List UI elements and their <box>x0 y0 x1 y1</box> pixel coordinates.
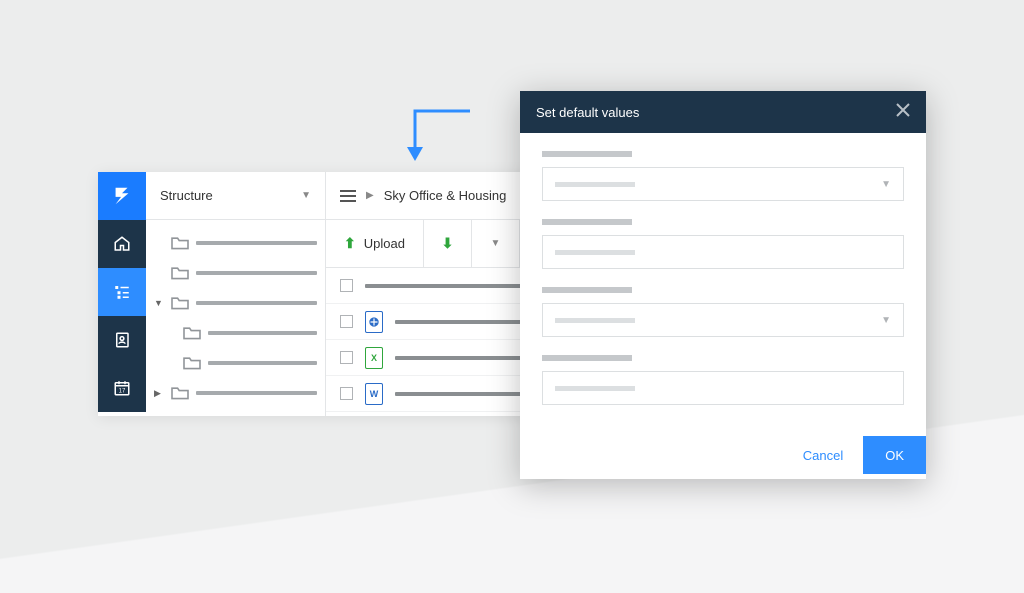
row-checkbox[interactable] <box>340 387 353 400</box>
bricsys-logo-icon <box>111 185 133 207</box>
field-label-4 <box>542 355 632 361</box>
structure-icon <box>113 283 131 301</box>
expand-toggle[interactable]: ▼ <box>154 298 164 308</box>
upload-label: Upload <box>364 236 405 251</box>
close-button[interactable] <box>896 103 910 122</box>
nav-calendar[interactable]: 17 <box>98 364 146 412</box>
chevron-down-icon: ▼ <box>881 179 891 190</box>
dialog-footer: Cancel OK <box>520 431 926 479</box>
set-default-values-dialog: Set default values ▼ ▼ <box>520 91 926 479</box>
caret-down-icon: ▼ <box>301 190 311 201</box>
toolbar-more[interactable]: ▼ <box>472 220 520 267</box>
tree-label <box>196 271 317 275</box>
field-select-3[interactable]: ▼ <box>542 303 904 337</box>
folder-icon <box>170 265 190 281</box>
nav-rail: 17 <box>98 172 146 416</box>
tree-row[interactable] <box>146 348 325 378</box>
tree-label <box>196 391 317 395</box>
annotation-arrow <box>385 103 475 173</box>
row-checkbox[interactable] <box>340 279 353 292</box>
field-label-2 <box>542 219 632 225</box>
folder-tree: ▼ ▶ <box>146 220 325 416</box>
folder-icon <box>182 325 202 341</box>
dialog-header: Set default values <box>520 91 926 133</box>
address-book-icon <box>113 331 131 349</box>
download-button[interactable]: ⬇ <box>424 220 472 267</box>
structure-label: Structure <box>160 188 213 203</box>
dwg-file-icon <box>365 311 383 333</box>
menu-icon[interactable] <box>340 190 356 202</box>
cancel-button[interactable]: Cancel <box>783 448 863 463</box>
tree-row[interactable] <box>146 228 325 258</box>
tree-label <box>196 301 317 305</box>
expand-toggle[interactable]: ▶ <box>154 388 164 399</box>
close-icon <box>896 103 910 117</box>
dialog-body: ▼ ▼ <box>520 133 926 431</box>
app-logo[interactable] <box>98 172 146 220</box>
field-select-1[interactable]: ▼ <box>542 167 904 201</box>
dialog-title: Set default values <box>536 105 639 120</box>
select-placeholder <box>555 318 635 323</box>
select-placeholder <box>555 182 635 187</box>
calendar-icon: 17 <box>113 379 131 397</box>
folder-icon <box>170 385 190 401</box>
folder-icon <box>170 295 190 311</box>
input-placeholder <box>555 250 635 255</box>
chevron-right-icon: ▶ <box>366 190 374 201</box>
field-input-4[interactable] <box>542 371 904 405</box>
tree-label <box>208 331 317 335</box>
row-checkbox[interactable] <box>340 351 353 364</box>
xls-file-icon: X <box>365 347 383 369</box>
nav-contacts[interactable] <box>98 316 146 364</box>
structure-dropdown[interactable]: Structure ▼ <box>146 172 325 220</box>
breadcrumb-path[interactable]: Sky Office & Housing <box>384 188 507 203</box>
tree-label <box>196 241 317 245</box>
tree-row[interactable]: ▼ <box>146 288 325 318</box>
ok-button[interactable]: OK <box>863 436 926 474</box>
field-label-3 <box>542 287 632 293</box>
field-label-1 <box>542 151 632 157</box>
tree-label <box>208 361 317 365</box>
input-placeholder <box>555 386 635 391</box>
home-icon <box>113 235 131 253</box>
structure-column: Structure ▼ ▼ <box>146 172 326 416</box>
folder-icon <box>170 235 190 251</box>
upload-icon: ⬆ <box>344 235 356 252</box>
tree-row[interactable] <box>146 258 325 288</box>
svg-text:17: 17 <box>119 389 126 395</box>
row-checkbox[interactable] <box>340 315 353 328</box>
nav-home[interactable] <box>98 220 146 268</box>
nav-structure[interactable] <box>98 268 146 316</box>
caret-down-icon: ▼ <box>490 238 500 249</box>
tree-row[interactable]: ▶ <box>146 378 325 408</box>
doc-file-icon: W <box>365 383 383 405</box>
upload-button[interactable]: ⬆ Upload <box>326 220 424 267</box>
chevron-down-icon: ▼ <box>881 315 891 326</box>
field-input-2[interactable] <box>542 235 904 269</box>
folder-icon <box>182 355 202 371</box>
download-icon: ⬇ <box>442 235 454 252</box>
tree-row[interactable] <box>146 318 325 348</box>
